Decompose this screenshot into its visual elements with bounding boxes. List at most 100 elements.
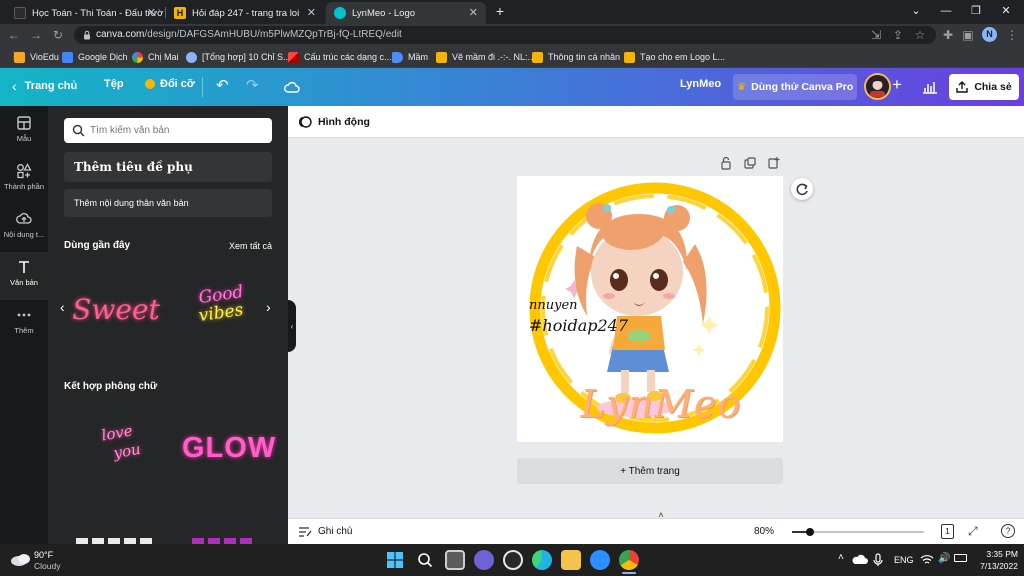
file-explorer-icon[interactable] [561,550,581,570]
weather-desc[interactable]: Cloudy [34,561,60,571]
language-indicator[interactable]: ENG [894,555,914,565]
page-count-button[interactable]: 1 [941,524,954,539]
search-input[interactable] [90,122,266,139]
zoom-level[interactable]: 80% [754,526,774,537]
microphone-icon[interactable] [873,553,883,567]
resize-button[interactable]: Đổi cỡ [145,78,195,90]
onedrive-icon[interactable] [852,554,868,566]
new-tab-button[interactable]: + [490,3,510,19]
add-page-icon[interactable] [767,156,781,170]
refresh-suggestion-button[interactable] [791,178,813,200]
animate-icon[interactable] [298,115,312,129]
combo-glow[interactable]: GLOW [182,432,275,468]
unlock-icon[interactable] [719,156,733,170]
bookmark-star-icon[interactable]: ☆ [912,27,928,43]
bookmark-google-dich[interactable]: Google Dịch [62,50,128,64]
task-view-icon[interactable] [445,550,465,570]
side-panel-icon[interactable]: ▣ [960,27,976,43]
wifi-icon[interactable] [920,554,934,565]
chevron-right-icon[interactable]: › [266,299,271,315]
bookmark-cau-truc[interactable]: Cấu trúc các dạng c... [288,50,392,64]
redo-icon[interactable]: ↷ [246,76,259,94]
fullscreen-icon[interactable]: ⤢ [968,524,978,539]
bookmark-ve-mam[interactable]: Vẽ mầm đi .-:-. NL:.. [436,50,533,64]
duplicate-page-icon[interactable] [743,156,757,170]
tab-close-icon[interactable]: ✕ [307,6,316,19]
save-page-icon[interactable]: ⇲ [868,27,884,43]
minimize-icon[interactable]: — [936,3,956,19]
window-close-icon[interactable]: ✕ [996,3,1016,19]
browser-tab-lynmeo[interactable]: LynMeo - Logo ✕ [326,2,486,24]
add-member-icon[interactable]: + [892,75,902,95]
see-all-link[interactable]: Xem tất cả [229,241,272,251]
more-icon [17,313,31,317]
notes-icon [299,527,312,537]
clock-date[interactable]: 7/13/2022 [970,561,1018,571]
bookmark-thong-tin[interactable]: Thông tin cá nhân [532,50,620,64]
canvas-text-name[interactable]: nnuyen [529,298,578,313]
search-icon[interactable] [417,552,433,568]
add-subheading-button[interactable]: Thêm tiêu đề phụ [64,152,272,182]
bookmark-tong-hop[interactable]: [Tổng hợp] 10 Chỉ S... [186,50,290,64]
browser-tab-hoctoan[interactable]: Học Toán - Thi Toán - Đấu trường ✕ [6,2,164,24]
extensions-icon[interactable]: ✚ [940,27,956,43]
collapse-panel-handle[interactable]: ‹ [288,300,296,352]
restore-icon[interactable]: ❐ [966,3,986,19]
tab-close-icon[interactable]: ✕ [469,6,478,19]
dell-icon[interactable] [503,550,523,570]
profile-avatar[interactable]: N [982,27,997,42]
user-avatar[interactable] [864,73,891,100]
recent-text-sweet[interactable]: Sweet [72,286,160,332]
cloud-save-icon[interactable] [284,80,300,94]
teams-chat-icon[interactable] [474,550,494,570]
browser-menu-icon[interactable]: ⋮ [1004,27,1020,43]
undo-icon[interactable]: ↶ [216,76,229,94]
add-body-text-button[interactable]: Thêm nội dung thân văn bản [64,189,272,217]
weather-temp[interactable]: 90°F [34,550,53,560]
recent-text-good-vibes[interactable]: Good vibes [178,282,264,336]
design-page[interactable]: nnuyen #hoidap247 LynMeo [517,176,783,442]
bookmark-mam[interactable]: Mầm [392,50,428,64]
notes-button[interactable]: Ghi chú [318,526,352,537]
chevron-left-icon[interactable]: ‹ [60,299,65,315]
bookmark-chi-mai[interactable]: Chị Mai [132,50,179,64]
windows-start-icon[interactable] [387,552,403,568]
address-bar[interactable]: canva.com/design/DAFGSAmHUBU/m5PlwMZQpTr… [74,26,936,44]
tray-overflow-icon[interactable]: ˄ [838,552,844,563]
tab-close-icon[interactable]: ✕ [147,6,156,19]
zoom-slider-handle[interactable] [806,528,814,536]
rail-item-more[interactable]: Thêm [0,300,48,348]
clock-time[interactable]: 3:35 PM [976,549,1018,559]
zoom-app-icon[interactable] [590,550,610,570]
chrome-icon[interactable] [619,550,639,570]
rail-item-uploads[interactable]: Nội dung t... [0,204,48,252]
canvas-text-logo[interactable]: LynMeo [561,382,761,426]
add-page-button[interactable]: + Thêm trang [517,458,783,484]
editor-footer: Ghi chú 80% 1 ⤢ ? [288,518,1024,544]
battery-icon[interactable] [954,554,967,562]
canvas-text-hashtag[interactable]: #hoidap247 [529,316,628,335]
combo-love-you[interactable]: love you [82,421,152,476]
share-page-icon[interactable]: ⇪ [890,27,906,43]
reload-icon[interactable]: ↻ [50,27,66,43]
rail-item-elements[interactable]: Thành phần [0,156,48,204]
bookmark-vioedu[interactable]: VioEdu [14,50,59,64]
tab-search-icon[interactable]: ⌄ [906,3,926,19]
volume-icon[interactable]: 🔊 [938,553,950,564]
browser-tab-hoidap[interactable]: H Hỏi đáp 247 - trang tra loi ✕ [166,2,324,24]
share-button[interactable]: Chia sẻ [949,74,1019,100]
back-icon[interactable]: ← [6,27,22,43]
animate-button[interactable]: Hình động [318,116,370,128]
bookmark-tao-logo[interactable]: Tạo cho em Logo L... [624,50,725,64]
file-menu-button[interactable]: Tệp [104,78,124,90]
design-name[interactable]: LynMeo [680,78,721,90]
home-button[interactable]: ‹ Trang chủ [12,78,77,94]
rail-item-text[interactable]: Văn bản [0,252,48,300]
rail-item-templates[interactable]: Mẫu [0,108,48,156]
try-pro-button[interactable]: ♛ Dùng thử Canva Pro [733,74,857,100]
help-button[interactable]: ? [1001,524,1015,538]
edge-browser-icon[interactable] [532,550,552,570]
analytics-icon[interactable] [922,80,938,94]
forward-icon[interactable]: → [28,27,44,43]
crown-icon [145,79,155,89]
